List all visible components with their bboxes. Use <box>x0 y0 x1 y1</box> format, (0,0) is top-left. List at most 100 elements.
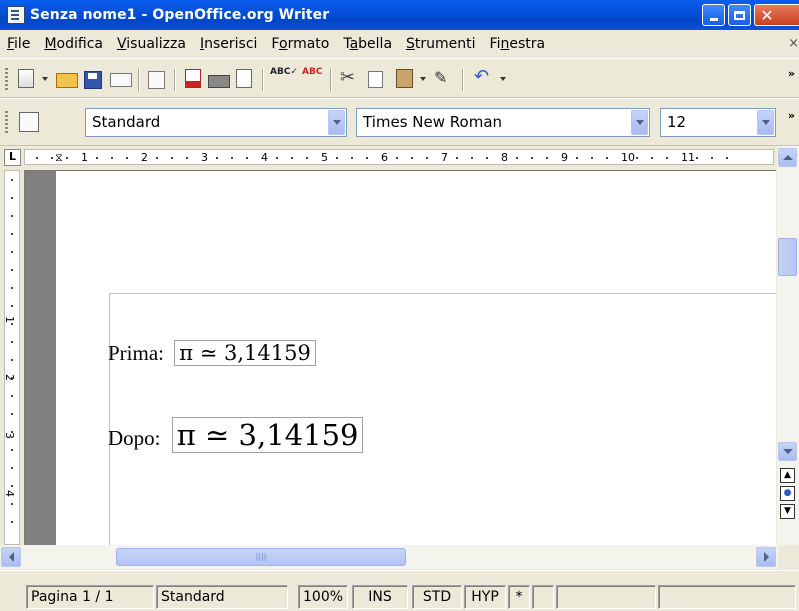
page-preview-icon[interactable] <box>236 69 252 88</box>
ruler-number: 2 <box>3 374 16 381</box>
status-page-style[interactable]: Standard <box>156 585 288 609</box>
font-name-select[interactable]: Times New Roman <box>356 108 650 137</box>
copy-icon[interactable] <box>368 71 383 88</box>
horizontal-scroll-thumb[interactable]: |||| <box>116 548 406 566</box>
ruler-tick <box>186 157 188 159</box>
minimize-button[interactable] <box>702 4 725 26</box>
ruler-number: 7 <box>441 151 448 164</box>
ruler-tick <box>306 157 308 159</box>
chevron-down-icon[interactable] <box>631 110 648 135</box>
navigation-icon[interactable]: ● <box>780 486 795 501</box>
paragraph-style-select[interactable]: Standard <box>85 108 347 137</box>
edit-document-icon[interactable] <box>148 71 165 89</box>
arrow-right-icon <box>763 552 769 562</box>
writer-app-icon[interactable] <box>7 6 25 24</box>
vertical-ruler[interactable]: 1 2 3 4 <box>3 170 20 545</box>
horizontal-ruler[interactable]: ⧖ 1 2 3 4 5 6 7 8 9 10 11 <box>24 149 774 165</box>
close-button[interactable]: ✕ <box>754 4 799 26</box>
menu-tabella[interactable]: Tabella <box>336 36 399 52</box>
autospellcheck-icon[interactable]: ABC <box>302 67 324 87</box>
font-name-value: Times New Roman <box>363 113 503 131</box>
spellcheck-icon[interactable]: ABC✓ <box>270 67 298 87</box>
formula-object-small[interactable]: π ≃ 3,14159 <box>174 340 316 366</box>
format-paintbrush-icon[interactable]: ✎ <box>434 68 454 88</box>
menu-strumenti[interactable]: Strumenti <box>399 36 483 52</box>
ruler-number: 3 <box>201 151 208 164</box>
paragraph-prima[interactable]: Prima: π ≃ 3,14159 <box>108 340 316 366</box>
menu-file[interactable]: File <box>0 36 37 52</box>
paste-dropdown-icon[interactable] <box>420 77 426 81</box>
indent-marker-icon[interactable]: ⧖ <box>55 150 63 165</box>
status-extra <box>658 585 796 609</box>
scroll-left-button[interactable] <box>1 547 21 567</box>
menu-finestra[interactable]: Finestra <box>483 36 553 52</box>
cut-icon[interactable]: ✂ <box>340 67 360 88</box>
paste-icon[interactable] <box>396 69 413 88</box>
close-document-icon[interactable]: × <box>788 36 799 51</box>
horizontal-scrollbar[interactable]: |||| <box>0 545 778 569</box>
vertical-scroll-thumb[interactable] <box>778 238 797 276</box>
ruler-tick <box>456 157 458 159</box>
formula-object-large[interactable]: π ≃ 3,14159 <box>171 417 364 453</box>
undo-dropdown-icon[interactable] <box>500 77 506 81</box>
status-hyperlink-mode[interactable]: HYP <box>464 585 506 609</box>
ruler-tick <box>11 197 13 199</box>
scroll-down-button[interactable] <box>778 442 797 461</box>
ruler-tick <box>606 157 608 159</box>
chevron-down-icon[interactable] <box>328 110 345 135</box>
toolbar-overflow-icon[interactable]: » <box>788 109 795 122</box>
next-page-icon[interactable]: ▼ <box>780 504 795 519</box>
ruler-tick <box>11 395 13 397</box>
status-zoom[interactable]: 100% <box>298 585 348 609</box>
email-icon[interactable] <box>110 73 132 87</box>
status-signature[interactable] <box>532 585 554 609</box>
new-dropdown-icon[interactable] <box>42 77 48 81</box>
menu-inserisci[interactable]: Inserisci <box>193 36 264 52</box>
ruler-tick <box>291 157 293 159</box>
styles-formatting-icon[interactable] <box>19 112 39 132</box>
open-folder-icon[interactable] <box>56 73 78 88</box>
print-icon[interactable] <box>208 75 230 88</box>
ruler-tick <box>11 485 13 487</box>
toolbar-grip[interactable] <box>5 111 8 133</box>
menu-formato[interactable]: Formato <box>264 36 336 52</box>
toolbar-separator <box>174 69 176 91</box>
export-pdf-icon[interactable] <box>185 69 201 88</box>
toolbar-overflow-icon[interactable]: » <box>788 67 795 80</box>
minimize-icon <box>709 17 718 21</box>
menu-modifica[interactable]: Modifica <box>37 36 110 52</box>
new-document-icon[interactable] <box>18 69 34 88</box>
status-insert-mode[interactable]: INS <box>352 585 408 609</box>
ruler-tick <box>576 157 578 159</box>
ruler-tick <box>246 157 248 159</box>
maximize-button[interactable] <box>728 4 751 26</box>
font-size-select[interactable]: 12 <box>660 108 776 137</box>
chevron-down-icon[interactable] <box>757 110 774 135</box>
undo-icon[interactable]: ↶ <box>474 66 494 87</box>
arrow-left-icon <box>8 552 14 562</box>
previous-page-icon[interactable]: ▲ <box>780 468 795 483</box>
arrow-up-icon <box>782 155 793 160</box>
toolbar-grip[interactable] <box>5 68 8 90</box>
ruler-tick <box>11 179 13 181</box>
menu-visualizza[interactable]: Visualizza <box>110 36 193 52</box>
vertical-scrollbar[interactable]: ▲ ● ▼ <box>777 146 799 545</box>
status-modified[interactable]: * <box>508 585 530 609</box>
formula-text: π ≃ 3,14159 <box>176 418 359 452</box>
ruler-number: 9 <box>561 151 568 164</box>
label-prima: Prima: <box>108 341 164 365</box>
ruler-tick <box>696 157 698 159</box>
ruler-tick <box>531 157 533 159</box>
ruler-tick <box>231 157 233 159</box>
tab-stop-selector[interactable]: L <box>4 149 21 166</box>
status-selection-mode[interactable]: STD <box>412 585 462 609</box>
scroll-up-button[interactable] <box>778 148 797 167</box>
arrow-down-icon <box>782 449 793 454</box>
ruler-tick <box>11 413 13 415</box>
save-icon[interactable] <box>84 71 102 89</box>
paragraph-dopo[interactable]: Dopo: π ≃ 3,14159 <box>108 417 364 453</box>
status-page[interactable]: Pagina 1 / 1 <box>26 585 154 609</box>
ruler-tick <box>726 157 728 159</box>
ruler-tick <box>546 157 548 159</box>
scroll-right-button[interactable] <box>756 547 776 567</box>
